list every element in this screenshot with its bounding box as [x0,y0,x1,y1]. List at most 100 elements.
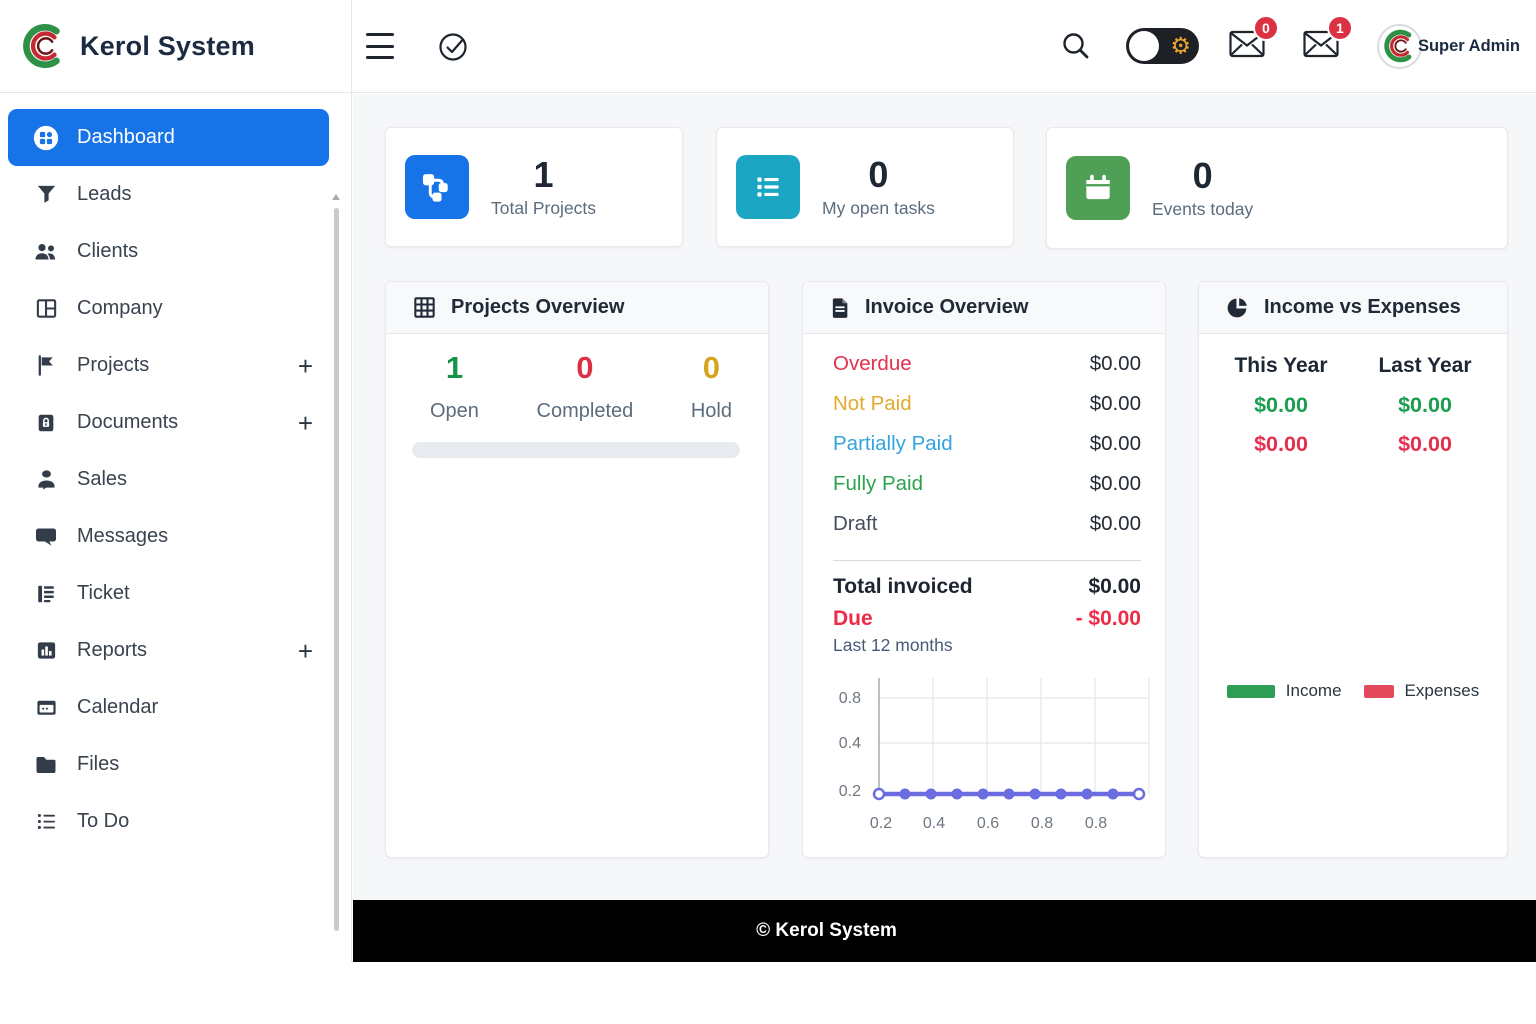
total-label: Total invoiced [833,575,973,598]
invoice-row-draft: Draft $0.00 [833,504,1141,544]
project-branch-icon [405,155,469,219]
income-legend-swatch [1226,684,1275,698]
sidebar-item-label: Reports [77,639,148,661]
dark-mode-toggle[interactable]: ⚙ [1125,28,1199,64]
sidebar-item-messages[interactable]: Messages [8,508,329,565]
sidebar-item-label: Ticket [77,582,130,604]
funnel-icon [33,183,59,206]
expand-plus-icon[interactable]: + [298,638,313,664]
sidebar-item-sales[interactable]: Sales [8,451,329,508]
sidebar-item-leads[interactable]: Leads [8,166,329,223]
gear-icon: ⚙ [1170,32,1191,59]
page-footer: © Kerol System [353,900,1536,962]
sidebar-item-dashboard[interactable]: Dashboard [8,109,329,166]
search-icon[interactable] [1060,30,1092,62]
row-value: $0.00 [1089,392,1141,415]
card-header: Projects Overview [386,282,768,334]
folder-icon [33,753,59,777]
last-year-column: Last Year $0.00 $0.00 [1353,346,1497,464]
messages-button[interactable]: 1 [1303,14,1353,63]
row-label: Overdue [833,352,912,375]
this-year-column: This Year $0.00 $0.00 [1209,346,1353,464]
card-title: Income vs Expenses [1264,296,1461,318]
card-title: Invoice Overview [865,296,1029,318]
layout-icon [33,297,59,320]
sidebar-item-ticket[interactable]: Ticket [8,565,329,622]
stat-card-total-projects: 1 Total Projects [385,127,683,247]
top-header: Kerol System ⚙ 0 1 Super Admin [0,0,1536,93]
sidebar-item-label: Files [77,753,120,775]
income-this-year: $0.00 [1254,393,1308,417]
column-header: Last Year [1378,354,1472,377]
completed-label: Completed [536,400,634,422]
projects-open-stat: 1 Open [430,348,479,423]
user-menu[interactable]: Super Admin [1376,23,1520,69]
income-expenses-card: Income vs Expenses This Year $0.00 $0.00… [1198,281,1508,858]
flag-icon [33,354,59,377]
row-label: Partially Paid [833,432,953,455]
svg-text:0.8: 0.8 [839,690,861,707]
card-title: Projects Overview [451,296,625,318]
expand-plus-icon[interactable]: + [298,410,313,436]
projects-progress-bar [412,442,740,458]
expand-plus-icon[interactable]: + [298,353,313,379]
svg-text:0.6: 0.6 [977,815,999,832]
sidebar: Dashboard Leads Clients Company Projects… [0,93,352,962]
svg-text:0.2: 0.2 [839,783,861,800]
sidebar-item-projects[interactable]: Projects + [8,337,329,394]
sidebar-scrollbar[interactable] [334,208,339,931]
notifications-button[interactable]: 0 [1229,14,1279,63]
row-value: $0.00 [1089,512,1141,535]
row-value: $0.00 [1089,472,1141,495]
sidebar-item-files[interactable]: Files [8,736,329,793]
sidebar-item-calendar[interactable]: Calendar [8,679,329,736]
todo-list-icon [33,810,59,833]
invoice-row-not-paid: Not Paid $0.00 [833,384,1141,424]
calendar-icon [33,696,59,719]
divider [833,560,1141,561]
open-label: Open [430,400,479,422]
row-label: Not Paid [833,392,912,415]
invoice-total-row: Total invoiced $0.00 [803,571,1165,603]
sidebar-item-label: To Do [77,810,130,832]
invoice-overview-card: Invoice Overview Overdue $0.00 Not Paid … [802,281,1166,858]
expenses-legend-label: Expenses [1404,681,1480,700]
sidebar-item-reports[interactable]: Reports + [8,622,329,679]
toggle-knob[interactable] [1128,31,1159,61]
svg-text:0.4: 0.4 [923,815,945,832]
ticket-list-icon [33,583,59,605]
notification-badge: 0 [1252,14,1279,41]
expenses-last-year: $0.00 [1398,432,1452,456]
svg-text:0.8: 0.8 [1031,815,1053,832]
hold-label: Hold [690,400,732,422]
message-badge: 1 [1326,14,1353,41]
sidebar-item-documents[interactable]: Documents + [8,394,329,451]
stat-label: My open tasks [822,197,935,218]
stat-label: Total Projects [491,197,597,218]
sidebar-item-label: Projects [77,354,150,376]
sidebar-item-todo[interactable]: To Do [8,793,329,850]
open-count: 1 [445,350,464,385]
svg-text:0.2: 0.2 [870,815,892,832]
stat-label: Events today [1152,198,1254,219]
sidebar-item-company[interactable]: Company [8,280,329,337]
lock-file-icon [33,412,59,434]
avatar [1376,23,1422,69]
invoice-line-chart: 0.8 0.4 0.2 0.2 0.4 0.6 0.8 0.8 [839,678,1150,832]
grid-icon [412,295,437,320]
chat-bubble-icon [33,525,59,549]
check-circle-icon[interactable] [437,30,470,68]
people-icon [33,240,59,264]
stat-card-events-today: 0 Events today [1046,127,1508,249]
sidebar-item-clients[interactable]: Clients [8,223,329,280]
sidebar-item-label: Calendar [77,696,159,718]
brand-name: Kerol System [80,30,255,61]
svg-text:0.8: 0.8 [1085,815,1107,832]
sidebar-item-label: Documents [77,411,179,433]
projects-hold-stat: 0 Hold [691,348,732,423]
stat-value: 0 [1192,155,1213,197]
invoice-row-overdue: Overdue $0.00 [833,344,1141,384]
scrollbar-up-arrow[interactable] [332,194,340,200]
menu-toggle-icon[interactable] [366,33,394,59]
bar-chart-icon [33,639,59,662]
